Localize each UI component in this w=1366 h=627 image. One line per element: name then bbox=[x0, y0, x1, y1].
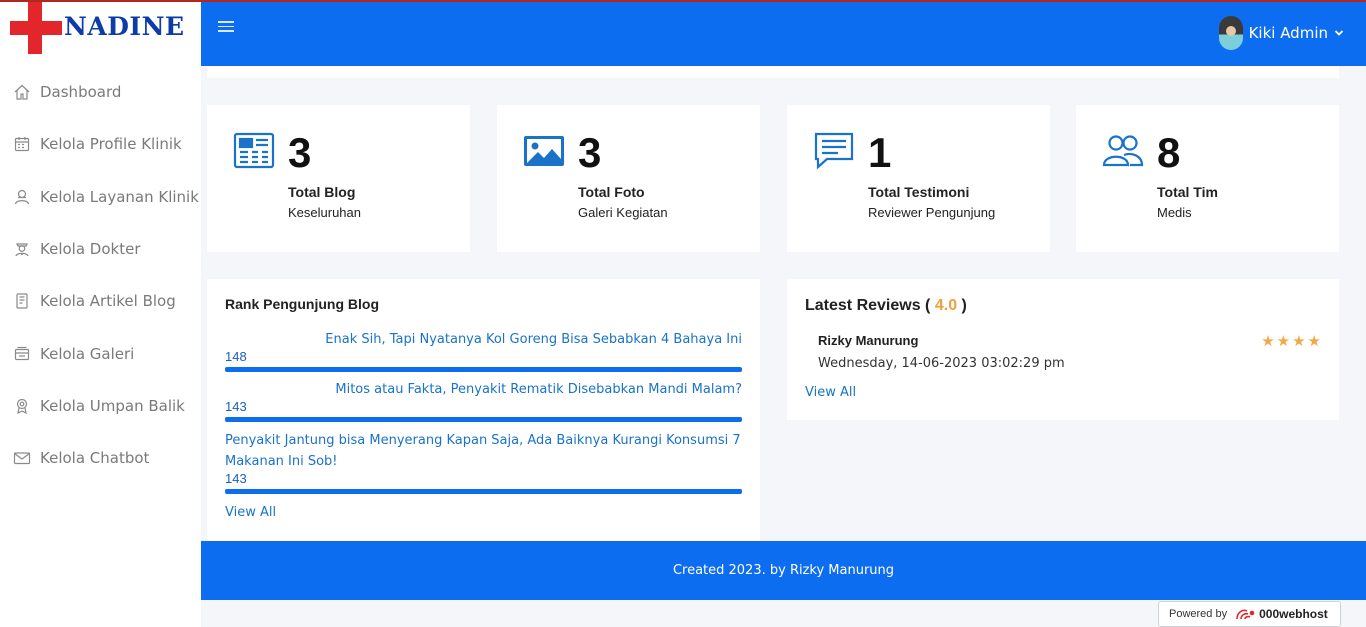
list-item: Penyakit Jantung bisa Menyerang Kapan Sa… bbox=[225, 430, 742, 494]
stat-card-tim: 8 Total Tim Medis bbox=[1076, 105, 1339, 252]
review-author: Rizky Manurung bbox=[818, 333, 919, 348]
sidebar-item-dashboard[interactable]: Dashboard bbox=[0, 66, 201, 118]
rank-item-count: 148 bbox=[225, 349, 247, 364]
webhost-logo-icon bbox=[1236, 609, 1255, 620]
content-top-strip bbox=[207, 66, 1339, 78]
rank-item-count: 143 bbox=[225, 399, 247, 414]
top-accent-line bbox=[0, 0, 1366, 2]
logo-text: NADINE bbox=[64, 12, 185, 41]
sidebar-item-artikel-blog[interactable]: Kelola Artikel Blog bbox=[0, 275, 201, 327]
stat-title: Total Tim bbox=[1157, 184, 1218, 200]
review-date: Wednesday, 14-06-2023 03:02:29 pm bbox=[818, 356, 1065, 371]
stat-card-foto: 3 Total Foto Galeri Kegiatan bbox=[497, 105, 760, 252]
stat-value: 3 bbox=[578, 129, 602, 176]
list-item: Enak Sih, Tapi Nyatanya Kol Goreng Bisa … bbox=[225, 330, 742, 380]
sidebar: NADINE Dashboard Kelola Profile Klinik K… bbox=[0, 0, 201, 627]
sidebar-item-umpan-balik[interactable]: Kelola Umpan Balik bbox=[0, 380, 201, 432]
stat-title: Total Testimoni bbox=[868, 184, 970, 200]
stat-value: 3 bbox=[288, 129, 312, 176]
reviews-view-all-link[interactable]: View All bbox=[805, 385, 856, 400]
sidebar-item-profile-klinik[interactable]: Kelola Profile Klinik bbox=[0, 118, 201, 170]
logo[interactable]: NADINE bbox=[10, 2, 190, 56]
comment-icon bbox=[814, 132, 854, 170]
powered-by-badge[interactable]: Powered by 000webhost bbox=[1158, 601, 1341, 627]
home-icon bbox=[12, 82, 32, 102]
stat-value: 1 bbox=[868, 129, 892, 176]
avatar bbox=[1218, 16, 1243, 50]
list-item: Mitos atau Fakta, Penyakit Rematik Diseb… bbox=[225, 380, 742, 430]
hamburger-icon[interactable] bbox=[218, 21, 234, 35]
reviews-title: Latest Reviews ( 4.0 ) bbox=[805, 297, 967, 314]
powered-label: Powered by bbox=[1169, 608, 1228, 620]
stat-value: 8 bbox=[1157, 129, 1181, 176]
stat-card-testimoni: 1 Total Testimoni Reviewer Pengunjung bbox=[787, 105, 1050, 252]
article-icon bbox=[12, 291, 32, 311]
stat-card-blog: 3 Total Blog Keseluruhan bbox=[207, 105, 470, 252]
sidebar-item-chatbot[interactable]: Kelola Chatbot bbox=[0, 432, 201, 484]
chevron-down-icon bbox=[1334, 30, 1344, 36]
footer: Created 2023. by Rizky Manurung bbox=[201, 541, 1366, 600]
reviews-score: 4.0 bbox=[934, 297, 958, 314]
star-icon: ★ bbox=[1292, 333, 1306, 350]
rank-progress-bar bbox=[225, 489, 742, 494]
top-header: Kiki Admin bbox=[201, 0, 1366, 66]
rank-item-link[interactable]: Penyakit Jantung bisa Menyerang Kapan Sa… bbox=[225, 430, 742, 472]
rank-item-link[interactable]: Mitos atau Fakta, Penyakit Rematik Diseb… bbox=[225, 380, 742, 400]
user-menu[interactable]: Kiki Admin bbox=[1218, 16, 1344, 50]
calendar-icon bbox=[12, 134, 32, 154]
stat-subtitle: Medis bbox=[1157, 205, 1192, 220]
stat-subtitle: Keseluruhan bbox=[288, 205, 361, 220]
stat-title: Total Foto bbox=[578, 184, 645, 200]
sidebar-item-galeri[interactable]: Kelola Galeri bbox=[0, 327, 201, 379]
feedback-icon bbox=[12, 396, 32, 416]
star-icon: ★ bbox=[1307, 333, 1321, 350]
rank-progress-bar bbox=[225, 367, 742, 372]
star-icon: ★ bbox=[1276, 333, 1291, 350]
reviews-panel: Latest Reviews ( 4.0 ) Rizky Manurung We… bbox=[787, 279, 1339, 420]
rank-progress-bar bbox=[225, 417, 742, 422]
image-icon bbox=[524, 136, 564, 166]
stat-subtitle: Reviewer Pengunjung bbox=[868, 205, 996, 220]
rank-list: Enak Sih, Tapi Nyatanya Kol Goreng Bisa … bbox=[225, 330, 742, 494]
user-cog-icon bbox=[12, 187, 32, 207]
rank-panel-title: Rank Pengunjung Blog bbox=[225, 296, 379, 312]
rank-view-all-link[interactable]: View All bbox=[225, 505, 276, 520]
rank-item-link[interactable]: Enak Sih, Tapi Nyatanya Kol Goreng Bisa … bbox=[225, 330, 742, 350]
rank-panel: Rank Pengunjung Blog Enak Sih, Tapi Nyat… bbox=[207, 279, 760, 541]
powered-brand: 000webhost bbox=[1259, 607, 1328, 621]
stat-subtitle: Galeri Kegiatan bbox=[578, 205, 668, 220]
doctor-icon bbox=[12, 239, 32, 259]
mail-icon bbox=[12, 448, 32, 468]
sidebar-item-layanan-klinik[interactable]: Kelola Layanan Klinik bbox=[0, 171, 201, 223]
sidebar-menu: Dashboard Kelola Profile Klinik Kelola L… bbox=[0, 66, 201, 484]
rating-stars: ★ ★ ★ ★ bbox=[1261, 334, 1321, 349]
stat-title: Total Blog bbox=[288, 184, 356, 200]
star-icon: ★ bbox=[1261, 333, 1275, 350]
sidebar-item-dokter[interactable]: Kelola Dokter bbox=[0, 223, 201, 275]
newspaper-icon bbox=[233, 132, 275, 169]
user-name: Kiki Admin bbox=[1248, 24, 1328, 42]
rank-item-count: 143 bbox=[225, 471, 247, 486]
gallery-icon bbox=[12, 344, 32, 364]
footer-text: Created 2023. by Rizky Manurung bbox=[672, 563, 895, 578]
users-icon bbox=[1102, 135, 1144, 167]
